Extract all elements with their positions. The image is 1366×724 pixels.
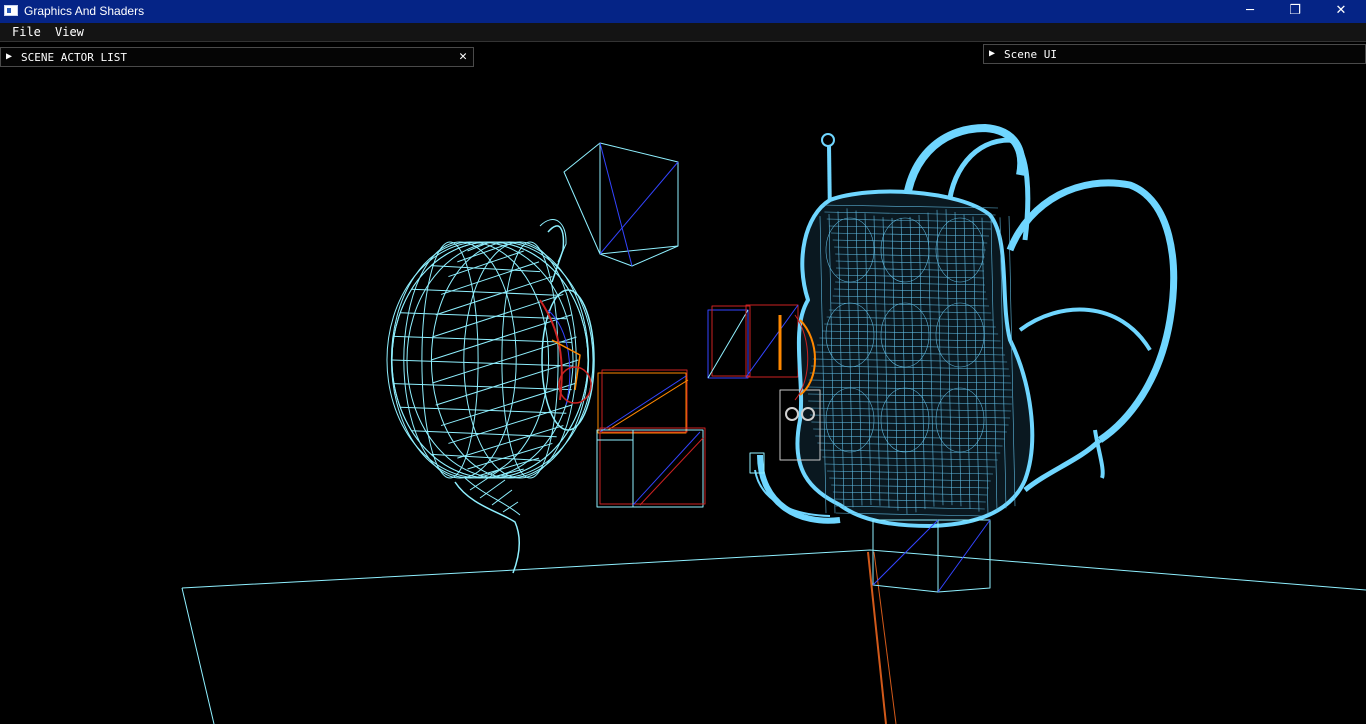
- minimize-button[interactable]: ─: [1227, 0, 1273, 23]
- backpack: [749, 124, 1178, 528]
- app-window-icon[interactable]: [4, 5, 18, 16]
- collapse-arrow-icon[interactable]: ▶: [989, 48, 995, 59]
- cube-top: [563, 142, 679, 267]
- title-bar: Graphics And Shaders ─ ❐ ✕: [0, 0, 1366, 23]
- cube-base: [872, 519, 991, 593]
- close-icon[interactable]: ✕: [459, 49, 467, 64]
- cube-stack: [596, 369, 706, 508]
- scene-actor-list-title[interactable]: SCENE ACTOR LIST: [21, 51, 127, 64]
- scene-ui-title[interactable]: Scene UI: [1004, 48, 1057, 61]
- close-button[interactable]: ✕: [1318, 0, 1364, 23]
- ground-plane: [181, 549, 1366, 724]
- menu-bar: File View: [0, 23, 1366, 42]
- window-title: Graphics And Shaders: [24, 4, 145, 18]
- collapse-arrow-icon[interactable]: ▶: [6, 51, 12, 62]
- menu-view[interactable]: View: [55, 25, 84, 39]
- cube-small: [707, 304, 799, 379]
- scene-actor-list-panel: ▶ SCENE ACTOR LIST ✕: [0, 47, 474, 67]
- menu-file[interactable]: File: [12, 25, 41, 39]
- scene-viewport[interactable]: [0, 43, 1366, 724]
- restore-button[interactable]: ❐: [1272, 0, 1318, 23]
- scene-ui-panel: ▶ Scene UI: [983, 44, 1366, 64]
- teapot: [386, 219, 595, 574]
